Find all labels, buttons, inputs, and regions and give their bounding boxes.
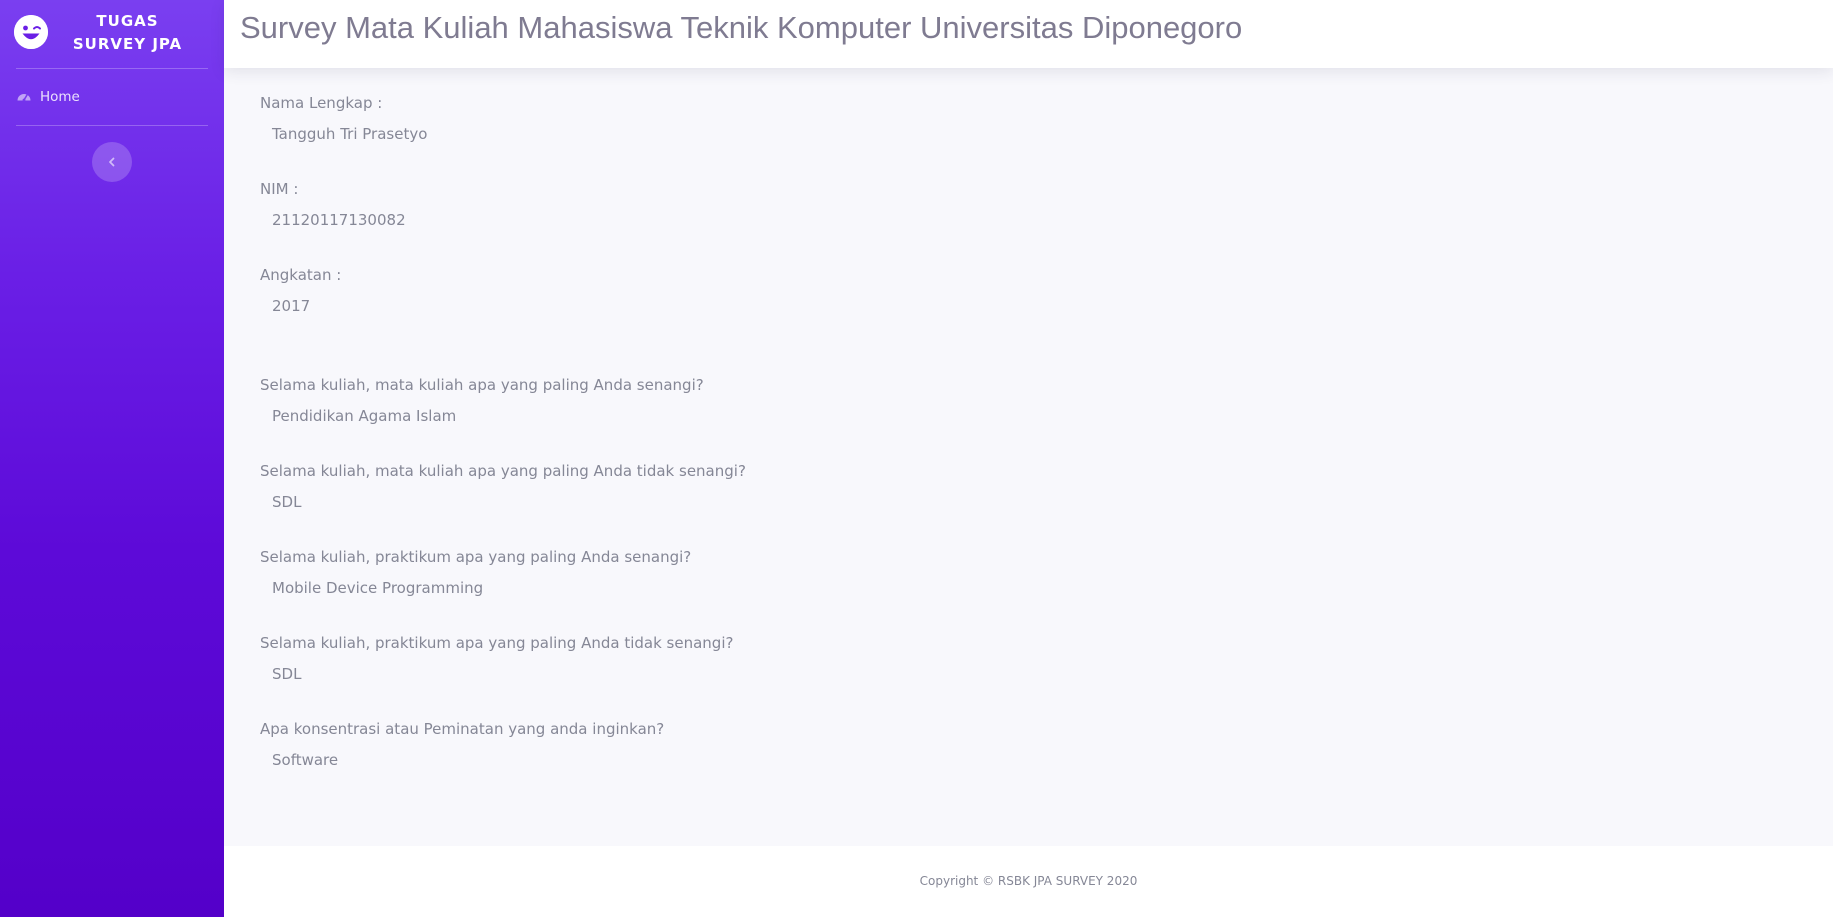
brand-name: TUGAS SURVEY JPA (60, 10, 195, 56)
field-value: 2017 (272, 297, 311, 315)
field-angkatan: Angkatan : 2017 (260, 266, 341, 315)
footer: Copyright © RSBK JPA SURVEY 2020 (224, 846, 1833, 917)
question-label: Apa konsentrasi atau Peminatan yang anda… (260, 720, 665, 738)
survey-content: Nama Lengkap : Tangguh Tri Prasetyo NIM … (224, 68, 1833, 846)
field-nama-lengkap: Nama Lengkap : Tangguh Tri Prasetyo (260, 94, 427, 143)
field-label: Nama Lengkap : (260, 94, 383, 112)
sidebar-item-home[interactable]: Home (16, 86, 80, 108)
question-answer: SDL (272, 493, 302, 511)
question-answer: Mobile Device Programming (272, 579, 484, 597)
question-label: Selama kuliah, mata kuliah apa yang pali… (260, 462, 746, 480)
brand-line-1: TUGAS (96, 12, 159, 30)
question-concentration: Apa konsentrasi atau Peminatan yang anda… (260, 720, 664, 769)
question-label: Selama kuliah, mata kuliah apa yang pali… (260, 376, 704, 394)
question-label: Selama kuliah, praktikum apa yang paling… (260, 548, 692, 566)
question-answer: Pendidikan Agama Islam (272, 407, 457, 425)
question-favorite-course: Selama kuliah, mata kuliah apa yang pali… (260, 376, 704, 425)
field-value: Tangguh Tri Prasetyo (272, 125, 428, 143)
field-label: Angkatan : (260, 266, 342, 284)
sidebar-toggle-button[interactable] (92, 142, 132, 182)
laugh-wink-icon (14, 15, 48, 49)
field-value: 21120117130082 (272, 211, 406, 229)
question-answer: SDL (272, 665, 302, 683)
topbar: Survey Mata Kuliah Mahasiswa Teknik Komp… (224, 0, 1833, 68)
question-answer: Software (272, 751, 339, 769)
question-favorite-practicum: Selama kuliah, praktikum apa yang paling… (260, 548, 691, 597)
field-nim: NIM : 21120117130082 (260, 180, 406, 229)
brand-line-2: SURVEY JPA (72, 35, 183, 53)
sidebar: TUGAS SURVEY JPA Home (0, 0, 224, 917)
field-label: NIM : (260, 180, 299, 198)
tachometer-icon (17, 94, 31, 102)
copyright-text: Copyright © RSBK JPA SURVEY 2020 (919, 874, 1138, 888)
question-least-favorite-practicum: Selama kuliah, praktikum apa yang paling… (260, 634, 733, 683)
question-label: Selama kuliah, praktikum apa yang paling… (260, 634, 734, 652)
sidebar-divider (16, 68, 208, 69)
page-title: Survey Mata Kuliah Mahasiswa Teknik Komp… (240, 10, 1243, 45)
question-least-favorite-course: Selama kuliah, mata kuliah apa yang pali… (260, 462, 746, 511)
sidebar-divider (16, 125, 208, 126)
chevron-left-icon (109, 157, 115, 167)
sidebar-item-label: Home (40, 89, 80, 105)
sidebar-brand[interactable]: TUGAS SURVEY JPA (0, 0, 224, 68)
